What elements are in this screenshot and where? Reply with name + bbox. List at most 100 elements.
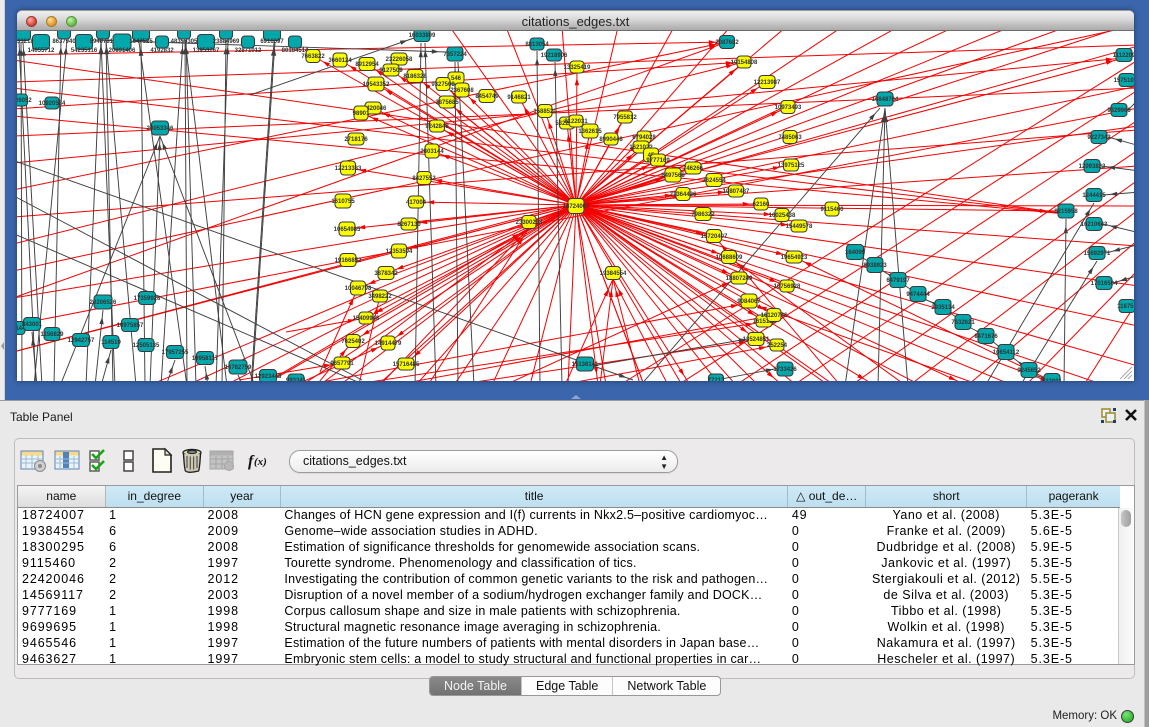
svg-text:1362615: 1362615: [578, 129, 602, 135]
svg-text:14914479: 14914479: [375, 341, 402, 347]
svg-text:9245652: 9245652: [1017, 368, 1041, 374]
svg-text:13325419: 13325419: [564, 65, 591, 71]
svg-text:9242848: 9242848: [425, 124, 449, 130]
svg-text:8215958: 8215958: [1054, 209, 1078, 215]
svg-text:10046798: 10046798: [345, 286, 372, 292]
svg-text:8637940: 8637940: [52, 39, 76, 45]
svg-text:8990448: 8990448: [599, 137, 623, 143]
svg-text:12353594: 12353594: [386, 249, 413, 255]
svg-text:23226058: 23226058: [386, 57, 413, 63]
svg-text:2803144: 2803144: [420, 149, 444, 155]
svg-text:20691406: 20691406: [109, 48, 136, 54]
svg-text:17016504: 17016504: [1091, 281, 1118, 287]
svg-text:10975857: 10975857: [117, 323, 144, 329]
svg-text:12505135: 12505135: [133, 343, 160, 349]
svg-text:13975125: 13975125: [778, 163, 805, 169]
svg-text:48350305: 48350305: [171, 39, 198, 45]
svg-text:9127509: 9127509: [379, 68, 403, 74]
svg-text:18807249: 18807249: [726, 276, 753, 282]
svg-text:1610755: 1610755: [331, 199, 355, 205]
svg-text:20206526: 20206526: [90, 300, 117, 306]
svg-text:19654923: 19654923: [781, 255, 808, 261]
svg-text:10688609: 10688609: [716, 255, 743, 261]
svg-text:98901: 98901: [353, 111, 370, 117]
svg-text:10654985: 10654985: [334, 227, 361, 233]
svg-text:6916697: 6916697: [260, 39, 284, 45]
svg-text:7663822: 7663822: [301, 54, 325, 60]
svg-text:12213987: 12213987: [754, 80, 781, 86]
svg-text:15751074: 15751074: [1114, 78, 1134, 84]
svg-text:18724007: 18724007: [563, 204, 590, 210]
svg-text:16033809: 16033809: [409, 33, 436, 39]
svg-text:3878342: 3878342: [374, 271, 398, 277]
svg-text:16120746: 16120746: [761, 313, 788, 319]
svg-text:19166852: 19166852: [335, 258, 362, 264]
svg-text:14055712: 14055712: [28, 48, 55, 54]
svg-text:10920584: 10920584: [39, 101, 66, 107]
svg-text:1244415: 1244415: [1082, 193, 1106, 199]
svg-text:8427552: 8427552: [412, 176, 436, 182]
svg-text:8186328: 8186328: [403, 74, 427, 80]
svg-text:10958117: 10958117: [192, 356, 219, 362]
svg-text:9146821: 9146821: [507, 95, 531, 101]
svg-text:832001: 832001: [1042, 379, 1063, 381]
svg-text:10154808: 10154808: [731, 60, 758, 66]
svg-text:746266: 746266: [683, 166, 704, 172]
svg-text:843001: 843001: [22, 322, 43, 328]
svg-text:252254: 252254: [767, 343, 788, 349]
svg-text:1733426: 1733426: [773, 367, 797, 373]
svg-text:15692971: 15692971: [1084, 251, 1111, 257]
svg-text:8471676: 8471676: [974, 334, 998, 340]
svg-text:6479197: 6479197: [886, 278, 910, 284]
svg-text:8938923: 8938923: [863, 263, 887, 269]
svg-text:13524851: 13524851: [743, 337, 770, 343]
svg-text:9474444: 9474444: [906, 292, 930, 298]
svg-text:13953767: 13953767: [193, 48, 220, 54]
svg-text:10025438: 10025438: [769, 213, 796, 219]
svg-text:12093822: 12093822: [1079, 164, 1106, 170]
svg-text:10543352: 10543352: [363, 82, 390, 88]
svg-text:114519: 114519: [101, 340, 121, 346]
svg-text:9115460: 9115460: [820, 207, 844, 213]
svg-text:9657791: 9657791: [330, 361, 354, 367]
svg-text:2718176: 2718176: [344, 137, 368, 143]
svg-text:19218906: 19218906: [541, 53, 568, 59]
svg-text:993341: 993341: [286, 378, 307, 381]
svg-text:80184514: 80184514: [282, 48, 309, 54]
svg-text:62160: 62160: [753, 202, 770, 208]
svg-text:23884969: 23884969: [213, 39, 240, 45]
svg-text:4192832: 4192832: [150, 48, 174, 54]
svg-text:6794028: 6794028: [632, 135, 656, 141]
svg-text:16210643: 16210643: [1081, 222, 1108, 228]
svg-text:10973493: 10973493: [775, 105, 802, 111]
svg-text:417004: 417004: [406, 200, 427, 206]
svg-text:54235116: 54235116: [71, 48, 98, 54]
svg-text:9777169: 9777169: [646, 158, 670, 164]
svg-text:16648764: 16648764: [872, 97, 899, 103]
svg-text:32871012: 32871012: [235, 48, 262, 54]
svg-text:1647525: 1647525: [129, 39, 153, 45]
svg-text:17359928: 17359928: [134, 296, 161, 302]
svg-text:15409948: 15409948: [353, 316, 380, 322]
svg-text:3660124: 3660124: [328, 58, 352, 64]
svg-text:7632621: 7632621: [951, 320, 975, 326]
svg-text:15136141: 15136141: [572, 362, 599, 368]
svg-text:77213: 77213: [708, 378, 725, 381]
svg-text:16782759: 16782759: [225, 365, 252, 371]
svg-text:116753: 116753: [1117, 304, 1134, 310]
svg-text:(x): (x): [254, 456, 267, 468]
svg-text:0433218: 0433218: [17, 39, 34, 45]
svg-text:12942757: 12942757: [68, 338, 95, 344]
svg-text:3875685: 3875685: [435, 100, 459, 106]
svg-text:2087682: 2087682: [715, 40, 739, 46]
svg-text:10756928: 10756928: [774, 284, 801, 290]
svg-text:8267130: 8267130: [397, 222, 421, 228]
svg-text:15720407: 15720407: [701, 234, 728, 240]
svg-text:7986322: 7986322: [691, 212, 715, 218]
svg-text:8454749: 8454749: [475, 94, 499, 100]
svg-text:7625402: 7625402: [341, 339, 365, 345]
svg-text:7485063: 7485063: [778, 135, 802, 141]
svg-text:10654112: 10654112: [993, 350, 1020, 356]
svg-text:12923448: 12923448: [255, 374, 282, 380]
svg-text:6497568: 6497568: [661, 173, 685, 179]
